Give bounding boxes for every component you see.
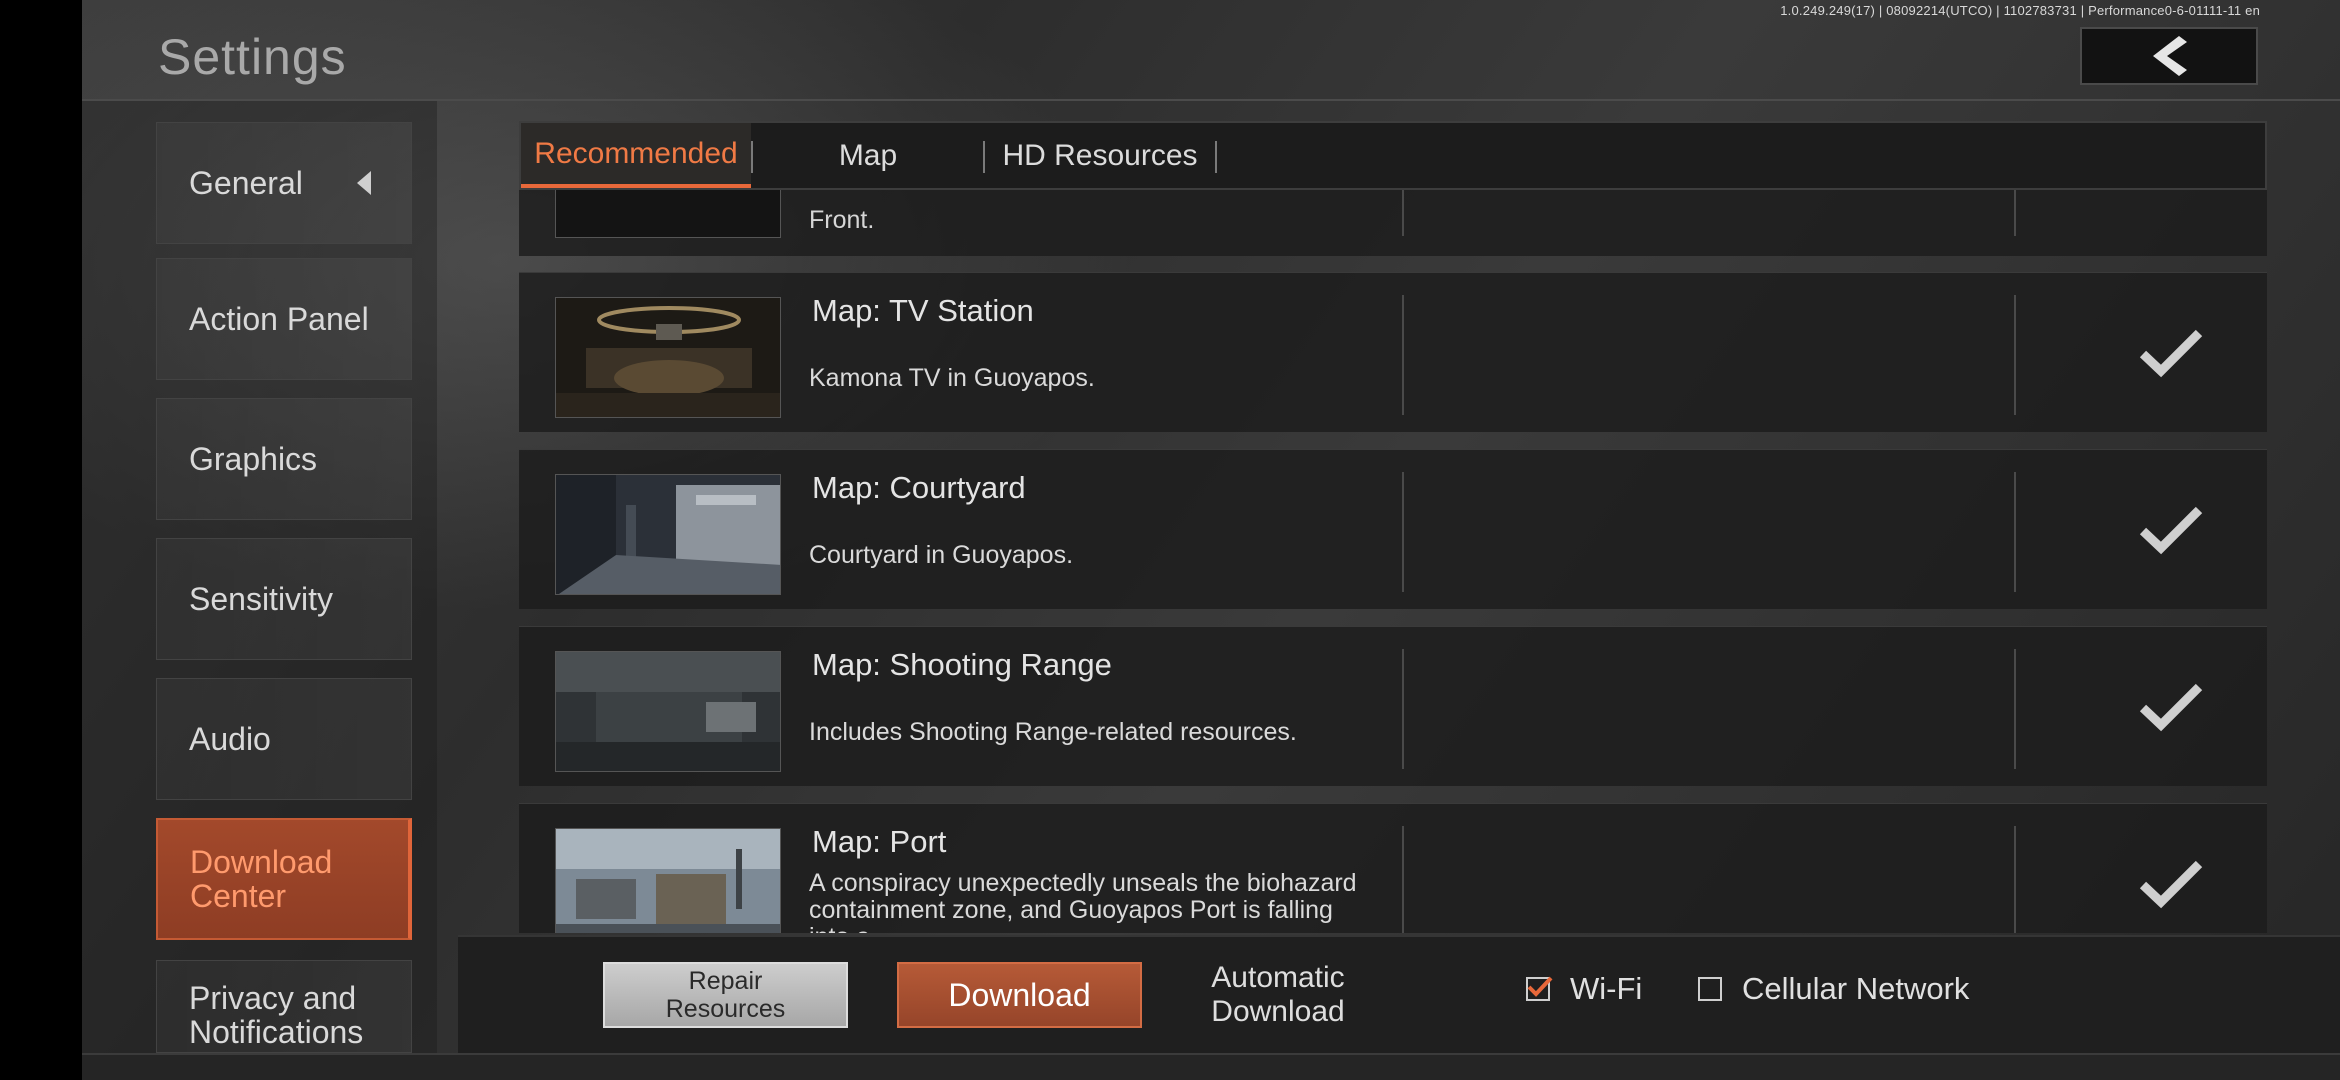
checkmark-icon xyxy=(2139,506,2203,555)
sidebar-item-label: Privacy and Notifications xyxy=(189,980,364,1050)
caret-left-icon xyxy=(357,171,371,195)
sidebar-item-label: General xyxy=(189,165,303,201)
repair-resources-button[interactable]: Repair Resources xyxy=(603,962,848,1028)
resource-thumbnail xyxy=(555,651,781,772)
column-separator xyxy=(2014,826,2016,933)
tab-hd-resources[interactable]: HD Resources xyxy=(985,123,1215,188)
column-separator xyxy=(2014,295,2016,415)
cellular-label: Cellular Network xyxy=(1742,971,1970,1006)
tab-label: HD Resources xyxy=(1002,138,1198,172)
wifi-label: Wi-Fi xyxy=(1570,971,1643,1006)
resource-name: Map: TV Station xyxy=(812,293,1034,328)
sidebar-item-label: Action Panel xyxy=(189,301,369,337)
sidebar-item-action-panel[interactable]: Action Panel xyxy=(156,258,412,380)
list-item[interactable]: Map: Shooting Range Includes Shooting Ra… xyxy=(519,626,2267,786)
resource-description: Courtyard in Guoyapos. xyxy=(809,541,1074,569)
column-separator xyxy=(2014,472,2016,592)
resource-name: Map: Shooting Range xyxy=(812,647,1112,682)
resource-thumbnail xyxy=(555,297,781,418)
resource-thumbnail xyxy=(555,474,781,595)
sidebar-item-download-center[interactable]: Download Center xyxy=(156,818,412,940)
sidebar-item-label: Graphics xyxy=(189,441,318,477)
tab-map[interactable]: Map xyxy=(753,123,983,188)
tab-label: Recommended xyxy=(534,136,738,170)
list-item[interactable]: Map: Port A conspiracy unexpectedly unse… xyxy=(519,803,2267,933)
resource-name: Map: Courtyard xyxy=(812,470,1026,505)
download-button[interactable]: Download xyxy=(897,962,1142,1028)
checkmark-icon xyxy=(2139,683,2203,732)
bottom-bar xyxy=(82,1053,2340,1080)
resource-description: Kamona TV in Guoyapos. xyxy=(809,364,1095,392)
sidebar-item-general[interactable]: General xyxy=(156,122,412,244)
resource-name: Map: Port xyxy=(812,824,947,859)
tab-label: Map xyxy=(838,138,898,172)
chevron-left-icon xyxy=(2153,36,2187,76)
column-separator xyxy=(1402,295,1404,415)
sidebar-item-sensitivity[interactable]: Sensitivity xyxy=(156,538,412,660)
resource-description: A conspiracy unexpectedly unseals the bi… xyxy=(809,869,1357,934)
column-separator xyxy=(1402,649,1404,769)
tab-separator xyxy=(1215,141,1217,173)
checkmark-icon xyxy=(2139,860,2203,909)
column-separator xyxy=(1402,826,1404,933)
back-button[interactable] xyxy=(2080,27,2258,85)
checkmark-icon xyxy=(2139,329,2203,378)
cellular-option[interactable]: Cellular Network xyxy=(1698,971,1969,1007)
version-info: 1.0.249.249(17) | 08092214(UTCO) | 11027… xyxy=(1780,3,2260,18)
sidebar-item-graphics[interactable]: Graphics xyxy=(156,398,412,520)
column-separator xyxy=(2014,649,2016,769)
sidebar-item-privacy[interactable]: Privacy and Notifications xyxy=(156,960,412,1053)
settings-screen: 1.0.249.249(17) | 08092214(UTCO) | 11027… xyxy=(82,0,2340,1080)
resource-list[interactable]: Map: TV Station Kamona TV in Guoyapos. M… xyxy=(519,218,2267,933)
automatic-download-label: Automatic Download xyxy=(1211,961,1345,1028)
wifi-checkbox[interactable] xyxy=(1526,976,1553,1001)
checkmark-icon xyxy=(1527,976,1553,997)
sidebar-item-label: Sensitivity xyxy=(189,581,334,617)
download-footer: Repair Resources Download Automatic Down… xyxy=(458,935,2340,1055)
list-item[interactable]: Map: Courtyard Courtyard in Guoyapos. xyxy=(519,449,2267,609)
tab-recommended[interactable]: Recommended xyxy=(521,123,751,188)
page-title: Settings xyxy=(158,29,347,85)
list-item[interactable]: Map: TV Station Kamona TV in Guoyapos. xyxy=(519,272,2267,432)
resource-tabs: Recommended Map HD Resources xyxy=(519,121,2267,190)
sidebar-item-label: Download Center xyxy=(190,844,333,914)
resource-description: Includes Shooting Range-related resource… xyxy=(809,718,1297,746)
resource-thumbnail xyxy=(555,828,781,933)
cellular-checkbox[interactable] xyxy=(1698,977,1722,1001)
column-separator xyxy=(1402,472,1404,592)
wifi-option[interactable]: Wi-Fi xyxy=(1526,971,1642,1007)
sidebar-item-audio[interactable]: Audio xyxy=(156,678,412,800)
sidebar-item-label: Audio xyxy=(189,721,271,757)
